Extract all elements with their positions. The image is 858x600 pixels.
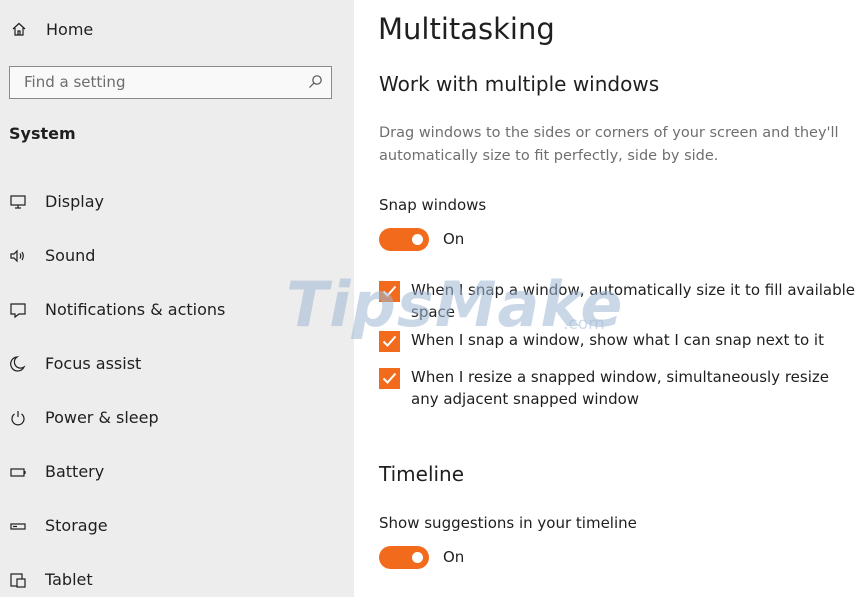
section-description: Drag windows to the sides or corners of … <box>379 125 839 164</box>
sidebar-item-tablet[interactable]: Tablet <box>0 560 354 600</box>
sound-icon <box>10 249 24 263</box>
checkmark-icon <box>382 372 397 384</box>
toggle-knob <box>412 552 423 563</box>
home-icon <box>12 22 26 36</box>
sidebar-item-sound[interactable]: Sound <box>0 236 354 276</box>
sidebar-item-notifications[interactable]: Notifications & actions <box>0 290 354 330</box>
timeline-suggestions-label: Show suggestions in your timeline <box>379 514 637 532</box>
snap-assist-label: When I snap a window, show what I can sn… <box>411 331 824 349</box>
notifications-icon <box>10 303 26 319</box>
page-title: Multitasking <box>378 12 555 46</box>
section-title: System <box>9 124 76 143</box>
nav-home[interactable]: Home <box>0 14 354 46</box>
checkmark-icon <box>382 335 397 347</box>
sidebar-item-label: Focus assist <box>45 354 142 373</box>
snap-fill-checkbox[interactable] <box>379 281 400 302</box>
storage-icon <box>10 523 26 530</box>
power-icon <box>11 411 25 426</box>
sidebar-item-power-sleep[interactable]: Power & sleep <box>0 398 354 438</box>
tablet-icon <box>10 573 26 588</box>
battery-icon <box>10 468 26 477</box>
sidebar-item-display[interactable]: Display <box>0 182 354 222</box>
snap-resize-label: When I resize a snapped window, simultan… <box>411 368 829 408</box>
section-heading-windows: Work with multiple windows <box>379 72 660 96</box>
sidebar: Home System Display Sound Notifications … <box>0 0 354 597</box>
snap-fill-label: When I snap a window, automatically size… <box>411 281 856 321</box>
moon-icon <box>10 356 26 372</box>
sidebar-item-focus-assist[interactable]: Focus assist <box>0 344 354 384</box>
sidebar-item-label: Battery <box>45 462 105 481</box>
main-content: Multitasking Work with multiple windows … <box>354 0 858 597</box>
snap-windows-toggle[interactable] <box>379 228 429 251</box>
home-label: Home <box>46 20 94 39</box>
snap-resize-checkbox[interactable] <box>379 368 400 389</box>
search-box[interactable] <box>9 66 332 99</box>
sidebar-item-label: Storage <box>45 516 108 535</box>
sidebar-item-label: Tablet <box>45 570 93 589</box>
sidebar-item-storage[interactable]: Storage <box>0 506 354 546</box>
snap-windows-label: Snap windows <box>379 196 487 214</box>
sidebar-item-label: Power & sleep <box>45 408 159 427</box>
sidebar-item-label: Sound <box>45 246 96 265</box>
section-heading-timeline: Timeline <box>379 462 465 486</box>
search-icon[interactable] <box>307 74 323 90</box>
timeline-toggle-state: On <box>443 548 465 566</box>
checkmark-icon <box>382 285 397 297</box>
sidebar-item-battery[interactable]: Battery <box>0 452 354 492</box>
search-input[interactable] <box>10 67 314 97</box>
snap-assist-checkbox[interactable] <box>379 331 400 352</box>
toggle-knob <box>412 234 423 245</box>
sidebar-item-label: Notifications & actions <box>45 300 226 319</box>
snap-toggle-state: On <box>443 230 465 248</box>
timeline-suggestions-toggle[interactable] <box>379 546 429 569</box>
sidebar-item-label: Display <box>45 192 104 211</box>
display-icon <box>10 195 26 209</box>
